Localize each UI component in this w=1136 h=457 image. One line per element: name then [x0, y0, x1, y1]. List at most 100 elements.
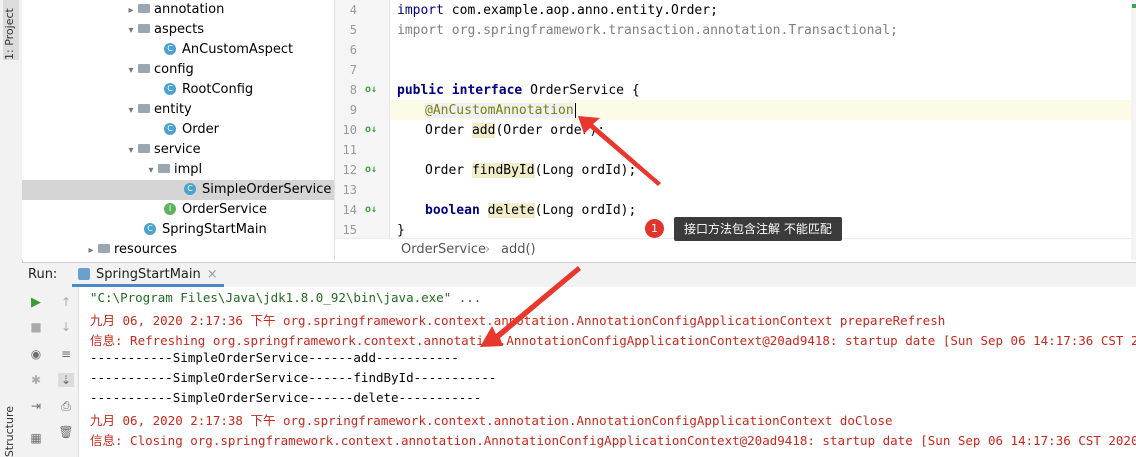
implemented-gutter-icon[interactable]: o↓: [365, 164, 377, 175]
code-line-9: @AnCustomAnnotation: [425, 103, 576, 118]
editor-error-stripe[interactable]: [1131, 0, 1136, 260]
code-text: (Long ordId);: [534, 163, 637, 178]
keyword: boolean: [425, 203, 480, 218]
layout-icon[interactable]: ▦: [28, 431, 44, 445]
camera-icon[interactable]: ◉: [28, 347, 44, 361]
folder-icon: [158, 164, 170, 173]
annotation-text: @AnCustomAnnotation: [425, 103, 574, 118]
tree-item-orderservice[interactable]: I OrderService: [164, 200, 267, 220]
console-line: 九月 06, 2020 2:17:36 下午 org.springframewo…: [90, 313, 946, 328]
class-icon: C: [164, 122, 176, 135]
code-line-14: boolean delete(Long ordId);: [425, 203, 636, 218]
tree-item-simpleorderservice[interactable]: C SimpleOrderService: [22, 180, 334, 200]
tree-item-label: AnCustomAspect: [182, 42, 294, 57]
soft-wrap-icon[interactable]: ≡: [58, 347, 74, 361]
implemented-gutter-icon[interactable]: o↓: [365, 84, 377, 95]
trash-icon[interactable]: 🗑: [58, 425, 74, 439]
line-number: 10: [342, 123, 357, 137]
left-tool-strip: 1: Project Structure: [0, 0, 23, 457]
console-output[interactable]: "C:\Program Files\Java\jdk1.8.0_92\bin\j…: [79, 287, 1136, 457]
line-number: 9: [349, 103, 357, 117]
scroll-to-end-icon[interactable]: ⇣: [58, 373, 74, 387]
tree-item-label: SpringStartMain: [162, 222, 267, 237]
rerun-icon[interactable]: ▶: [28, 295, 44, 310]
dump-threads-icon[interactable]: ✱: [28, 373, 44, 387]
close-icon[interactable]: ×: [207, 267, 218, 282]
tree-item-label: SimpleOrderService: [202, 182, 332, 197]
project-tool-tab[interactable]: 1: Project: [3, 0, 19, 60]
tree-item-label: annotation: [154, 2, 225, 17]
breadcrumb-item[interactable]: add(): [501, 242, 536, 257]
console-line: -----------SimpleOrderService------findB…: [90, 370, 497, 385]
keyword: import: [397, 3, 444, 18]
line-number: 4: [349, 3, 357, 17]
run-label: Run:: [28, 267, 58, 282]
tree-item-label: service: [154, 142, 201, 157]
method-name: add: [471, 123, 496, 138]
chevron-down-icon[interactable]: ▾: [124, 61, 138, 81]
folder-icon: [138, 144, 150, 153]
inspection-ok-icon[interactable]: [1132, 4, 1136, 8]
tree-item-label: Order: [182, 122, 219, 137]
tree-item-label: OrderService: [182, 202, 267, 217]
keyword: interface: [451, 83, 523, 98]
code-text: (Long ordId);: [534, 203, 637, 218]
chevron-down-icon[interactable]: ▾: [144, 161, 158, 181]
class-icon: C: [164, 42, 176, 55]
code-text: OrderService {: [522, 83, 640, 98]
run-tab-label: SpringStartMain: [96, 267, 201, 282]
class-icon: C: [164, 82, 176, 95]
tree-item-impl[interactable]: ▾ impl: [144, 160, 202, 180]
breadcrumb-separator-icon: ›: [485, 242, 491, 257]
tree-item-aspects[interactable]: ▾ aspects: [124, 20, 204, 40]
code-line-15: }: [397, 223, 405, 238]
folder-icon: [138, 24, 150, 33]
annotation-number-badge: 1: [645, 219, 664, 238]
chevron-right-icon[interactable]: ▸: [84, 241, 98, 260]
console-line: "C:\Program Files\Java\jdk1.8.0_92\bin\j…: [90, 290, 482, 305]
text-caret: [574, 103, 576, 118]
tree-item-config[interactable]: ▾ config: [124, 60, 194, 81]
tree-item-springstartmain[interactable]: C SpringStartMain: [144, 220, 267, 240]
arrow-up-icon[interactable]: ↑: [58, 295, 74, 309]
stop-icon[interactable]: ■: [28, 320, 44, 334]
print-icon[interactable]: ⎙: [58, 399, 74, 413]
line-number: 15: [342, 223, 357, 237]
line-number: 5: [349, 23, 357, 37]
tree-item-label: config: [154, 62, 194, 77]
code-text: (Order order);: [495, 123, 606, 138]
folder-icon: [138, 4, 150, 13]
tree-item-label: RootConfig: [182, 82, 254, 97]
tree-item-annotation[interactable]: ▸ annotation: [124, 0, 224, 20]
tree-item-service[interactable]: ▾ service: [124, 140, 201, 161]
tree-item-entity[interactable]: ▾ entity: [124, 100, 191, 121]
tree-item-resources[interactable]: ▸ resources: [84, 240, 177, 260]
run-tab-springstartmain[interactable]: SpringStartMain ×: [72, 263, 224, 287]
code-text: com.example.aop.anno.entity.Order;: [443, 3, 718, 18]
interface-icon: I: [164, 202, 176, 215]
code-line-12: Order findById(Long ordId);: [425, 163, 636, 178]
editor-gutter: 4 5 6 7 8 9 10 11 12 13 14 15 o↓ o↓ o↓ o…: [335, 0, 390, 240]
structure-tool-tab[interactable]: Structure: [3, 406, 16, 457]
run-toolbar: ▶ ↑ ■ ↓ ◉ ≡ ✱ ⇣ ⇥ ⎙ ▦ 🗑: [22, 287, 79, 457]
tree-item-order[interactable]: C Order: [164, 120, 219, 140]
line-number: 7: [349, 63, 357, 77]
breadcrumb: OrderService › add(): [335, 238, 1136, 261]
chevron-down-icon[interactable]: ▾: [124, 101, 138, 121]
folder-icon: [98, 244, 110, 253]
chevron-down-icon[interactable]: ▾: [124, 141, 138, 161]
run-panel-header: Run: SpringStartMain ×: [22, 262, 1136, 288]
breadcrumb-item[interactable]: OrderService: [401, 242, 486, 257]
line-number: 6: [349, 43, 357, 57]
implemented-gutter-icon[interactable]: o↓: [365, 124, 377, 135]
tree-item-rootconfig[interactable]: C RootConfig: [164, 80, 253, 100]
chevron-right-icon[interactable]: ▸: [124, 1, 138, 21]
tree-item-ancustomaspect[interactable]: C AnCustomAspect: [164, 40, 293, 60]
chevron-down-icon[interactable]: ▾: [124, 21, 138, 41]
code-line-8: public interface OrderService {: [397, 83, 640, 98]
arrow-down-icon[interactable]: ↓: [58, 320, 74, 334]
exit-icon[interactable]: ⇥: [28, 399, 44, 413]
console-line: 信息: Refreshing org.springframework.conte…: [90, 333, 1136, 348]
code-text: Order: [425, 123, 472, 138]
implemented-gutter-icon[interactable]: o↓: [365, 204, 377, 215]
